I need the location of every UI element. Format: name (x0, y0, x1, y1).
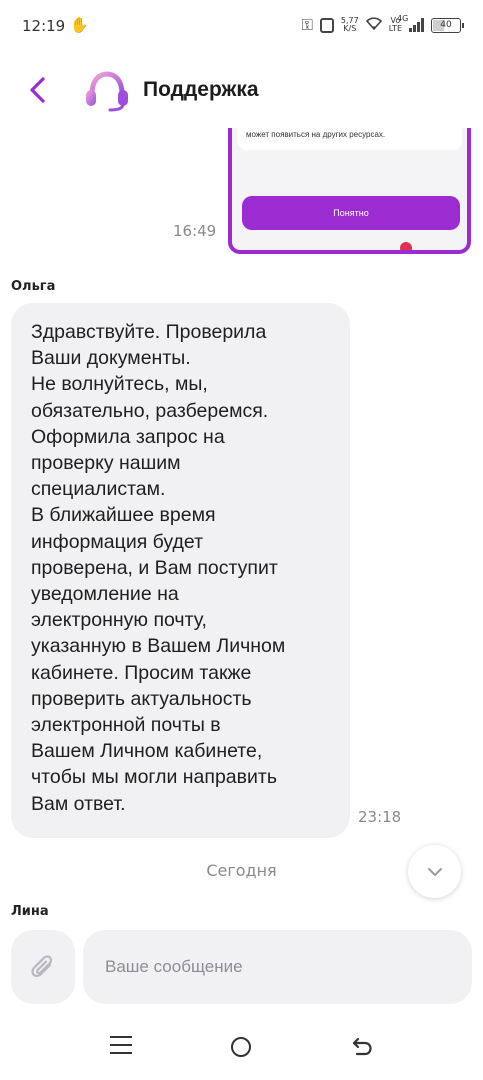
sender-name: Ольга (11, 279, 56, 294)
support-headset-icon (86, 71, 128, 112)
paperclip-icon (31, 955, 53, 978)
image-attachment[interactable]: может появиться на других ресурсах. Поня… (228, 128, 471, 254)
network-speed-unit: K/S (343, 24, 357, 33)
signal-icon: 4G (397, 14, 424, 32)
recent-apps-button[interactable] (110, 1036, 132, 1056)
battery-level: 40 (440, 20, 452, 30)
vibrate-icon (319, 17, 334, 33)
status-bar: 12:19 ✋ ⚿ 5,77 K/S Vo LTE 4G 40 (0, 0, 483, 56)
preview-card: может появиться на других ресурсах. (238, 128, 462, 150)
home-button[interactable] (231, 1037, 251, 1057)
volte-bottom: LTE (388, 24, 402, 33)
system-nav-bar (0, 1020, 483, 1080)
chevron-down-icon (427, 867, 442, 876)
scroll-down-button[interactable] (408, 845, 461, 898)
message-input[interactable] (83, 930, 472, 1004)
message-text: Здравствуйте. Проверила Ваши документы. … (31, 321, 286, 815)
status-time: 12:19 (22, 17, 66, 35)
attach-button[interactable] (11, 930, 75, 1004)
wifi-icon (365, 16, 382, 34)
network-gen: 4G (397, 14, 409, 23)
chat-title: Поддержка (143, 78, 259, 101)
message-time: 23:18 (358, 808, 402, 826)
preview-badge (400, 242, 412, 250)
status-icons: ⚿ 5,77 K/S Vo LTE 4G 40 (301, 14, 464, 34)
preview-ok-button: Понятно (242, 196, 460, 230)
chevron-left-icon (30, 77, 45, 103)
attachment-time: 16:49 (173, 222, 217, 240)
network-speed: 5,77 K/S (341, 17, 359, 33)
notification-paw-icon: ✋ (70, 16, 89, 34)
composer-sender-name: Лина (11, 904, 49, 919)
message-bubble: Здравствуйте. Проверила Ваши документы. … (11, 303, 350, 838)
preview-text: может появиться на других ресурсах. (246, 130, 386, 139)
back-button[interactable] (22, 74, 54, 106)
chat-header: Поддержка (0, 56, 483, 128)
battery-icon: 40 (431, 17, 464, 33)
system-back-button[interactable] (350, 1035, 374, 1057)
key-icon: ⚿ (301, 16, 313, 34)
